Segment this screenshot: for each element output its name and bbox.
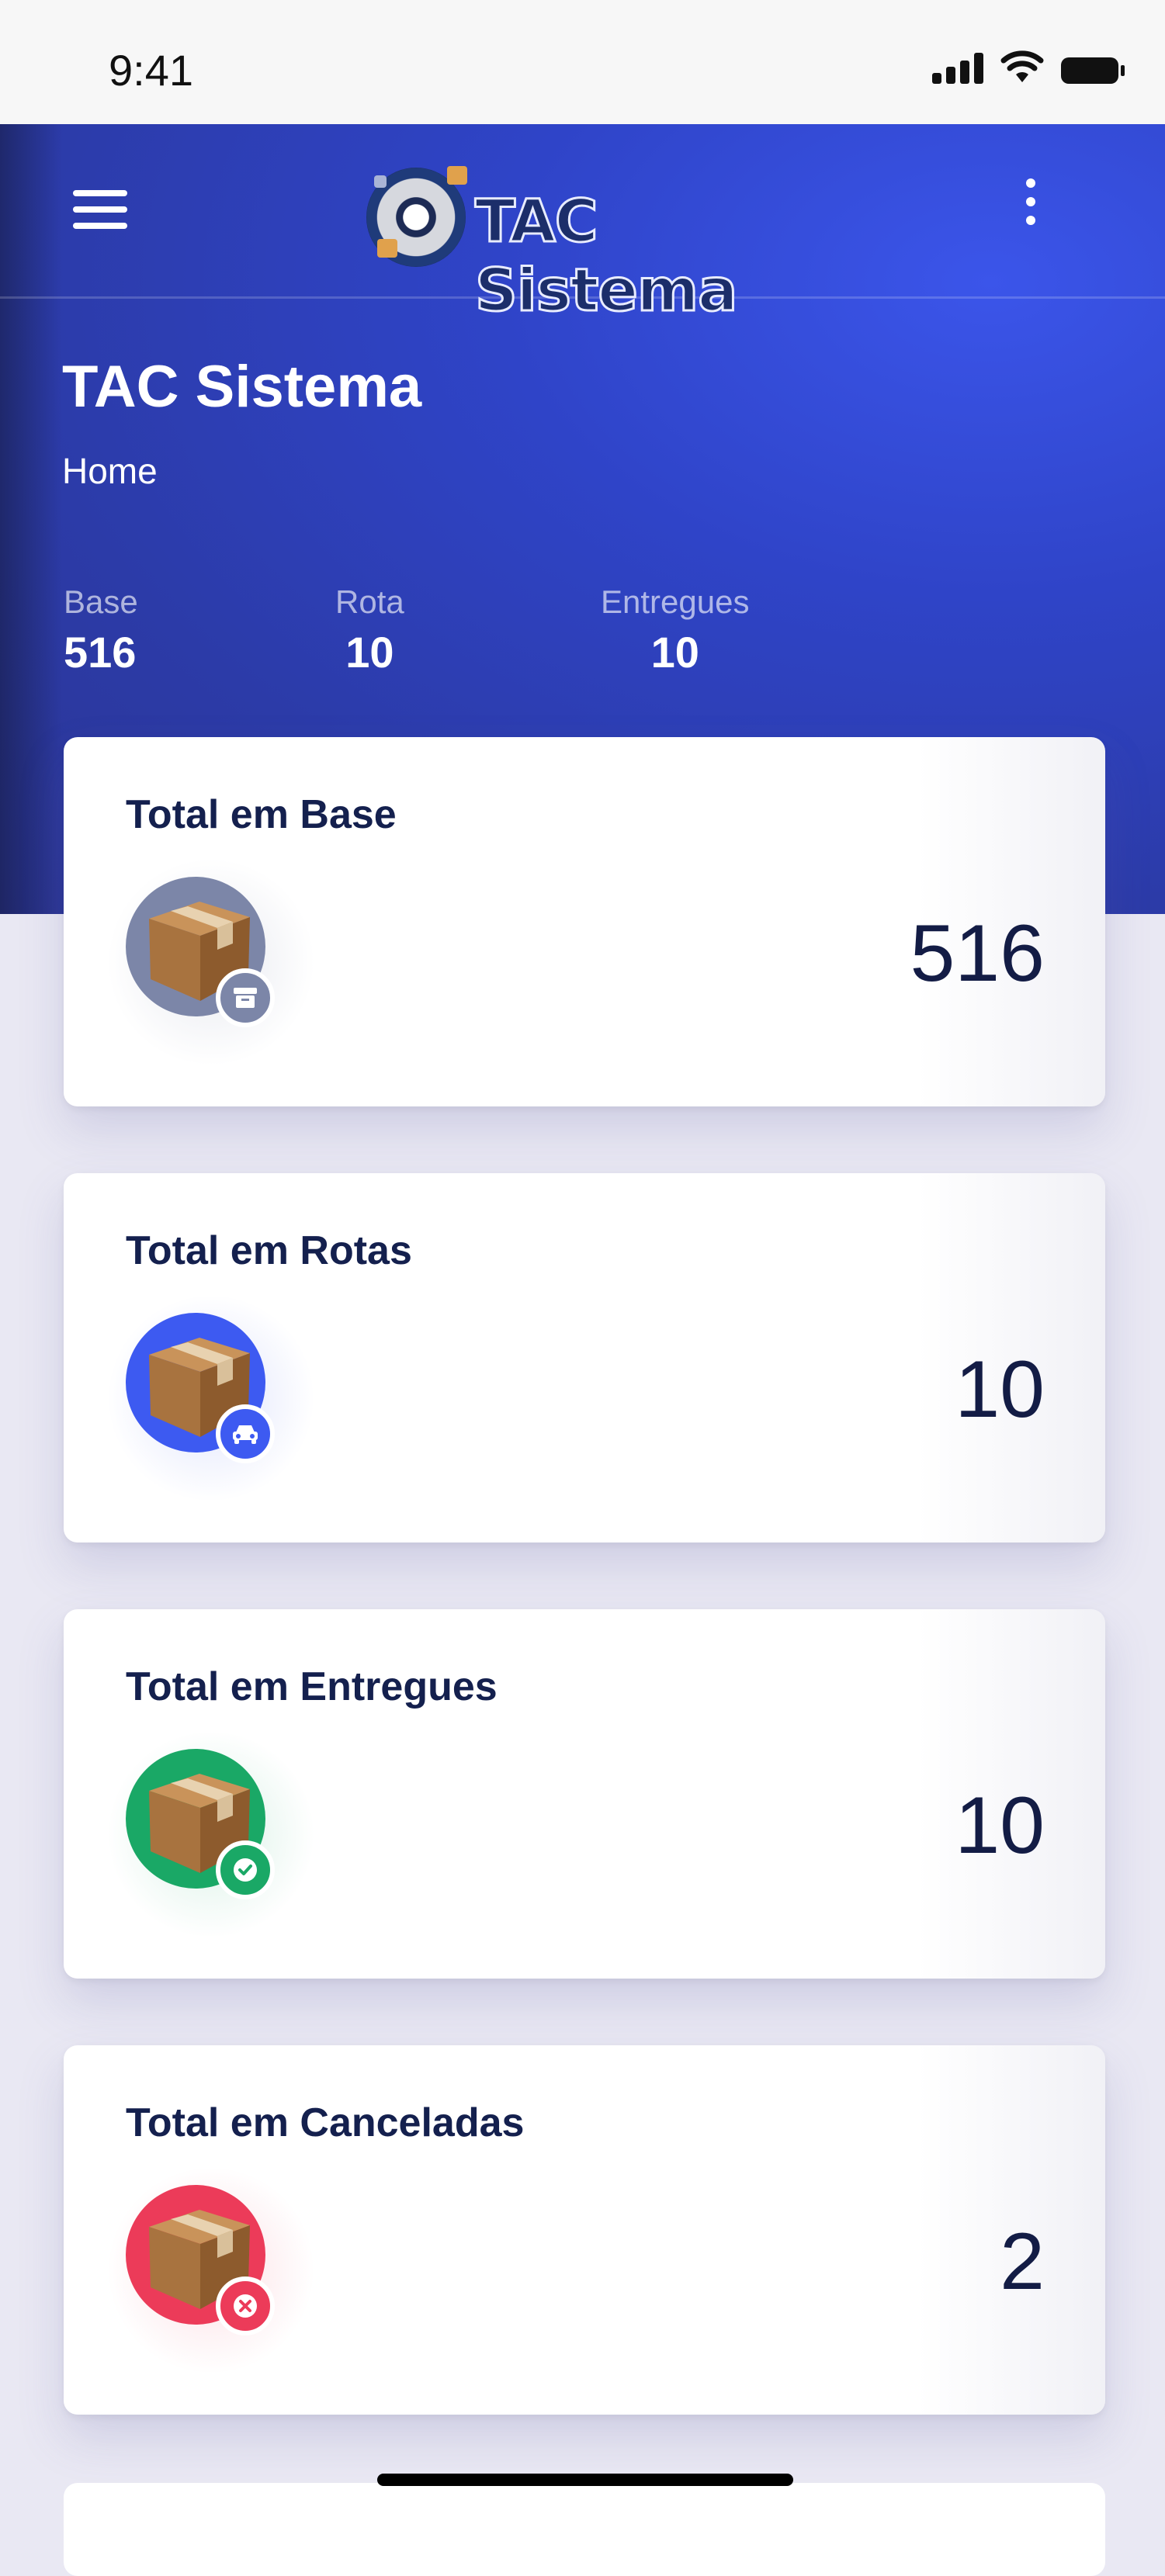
breadcrumb: Home <box>62 451 158 491</box>
car-icon <box>216 1404 275 1463</box>
card-value: 10 <box>955 1345 1045 1435</box>
status-bar: 9:41 <box>0 0 1165 124</box>
package-avatar <box>126 2185 275 2335</box>
stat-base: Base 516 <box>64 583 138 677</box>
wifi-icon <box>1000 50 1044 82</box>
logo-box-icon <box>447 166 467 185</box>
card-title: Total em Rotas <box>126 1228 412 1273</box>
battery-icon <box>1061 57 1125 84</box>
archive-box-icon <box>216 968 275 1027</box>
logo-text: TAC Sistema <box>474 185 739 326</box>
card-value: 2 <box>1000 2217 1045 2307</box>
card-total-entregues[interactable]: Total em Entregues 10 <box>64 1609 1105 1979</box>
check-circle-icon <box>216 1840 275 1899</box>
package-avatar <box>126 1313 275 1463</box>
hamburger-menu-icon[interactable] <box>73 190 130 229</box>
card-total-rotas[interactable]: Total em Rotas 10 <box>64 1173 1105 1542</box>
card-title: Total em Entregues <box>126 1664 498 1709</box>
stat-value: 516 <box>64 628 137 677</box>
card-title: Total em Base <box>126 792 397 837</box>
x-circle-icon <box>216 2277 275 2335</box>
stat-label: Entregues <box>601 583 750 620</box>
card-total-canceladas[interactable]: Total em Canceladas 2 <box>64 2045 1105 2415</box>
status-time: 9:41 <box>109 46 193 95</box>
card-partial[interactable] <box>64 2483 1105 2576</box>
card-value: 10 <box>955 1781 1045 1871</box>
cellular-signal-icon <box>932 53 983 84</box>
vertical-dots-icon[interactable] <box>1017 178 1045 228</box>
stat-entregues: Entregues 10 <box>601 583 749 677</box>
stat-value: 10 <box>650 628 699 677</box>
app-logo: TAC Sistema <box>366 161 817 326</box>
home-indicator[interactable] <box>377 2474 793 2486</box>
logo-box-icon <box>374 175 387 188</box>
package-avatar <box>126 877 275 1027</box>
status-icons <box>932 50 1125 84</box>
card-total-base[interactable]: Total em Base 516 <box>64 737 1105 1106</box>
package-avatar <box>126 1749 275 1899</box>
card-value: 516 <box>910 909 1045 999</box>
card-title: Total em Canceladas <box>126 2100 525 2145</box>
stat-rota: Rota 10 <box>335 583 404 677</box>
logo-box-icon <box>377 239 397 258</box>
stat-label: Rota <box>335 583 404 620</box>
stat-label: Base <box>64 583 138 620</box>
page-title: TAC Sistema <box>62 354 422 420</box>
stat-value: 10 <box>345 628 394 677</box>
